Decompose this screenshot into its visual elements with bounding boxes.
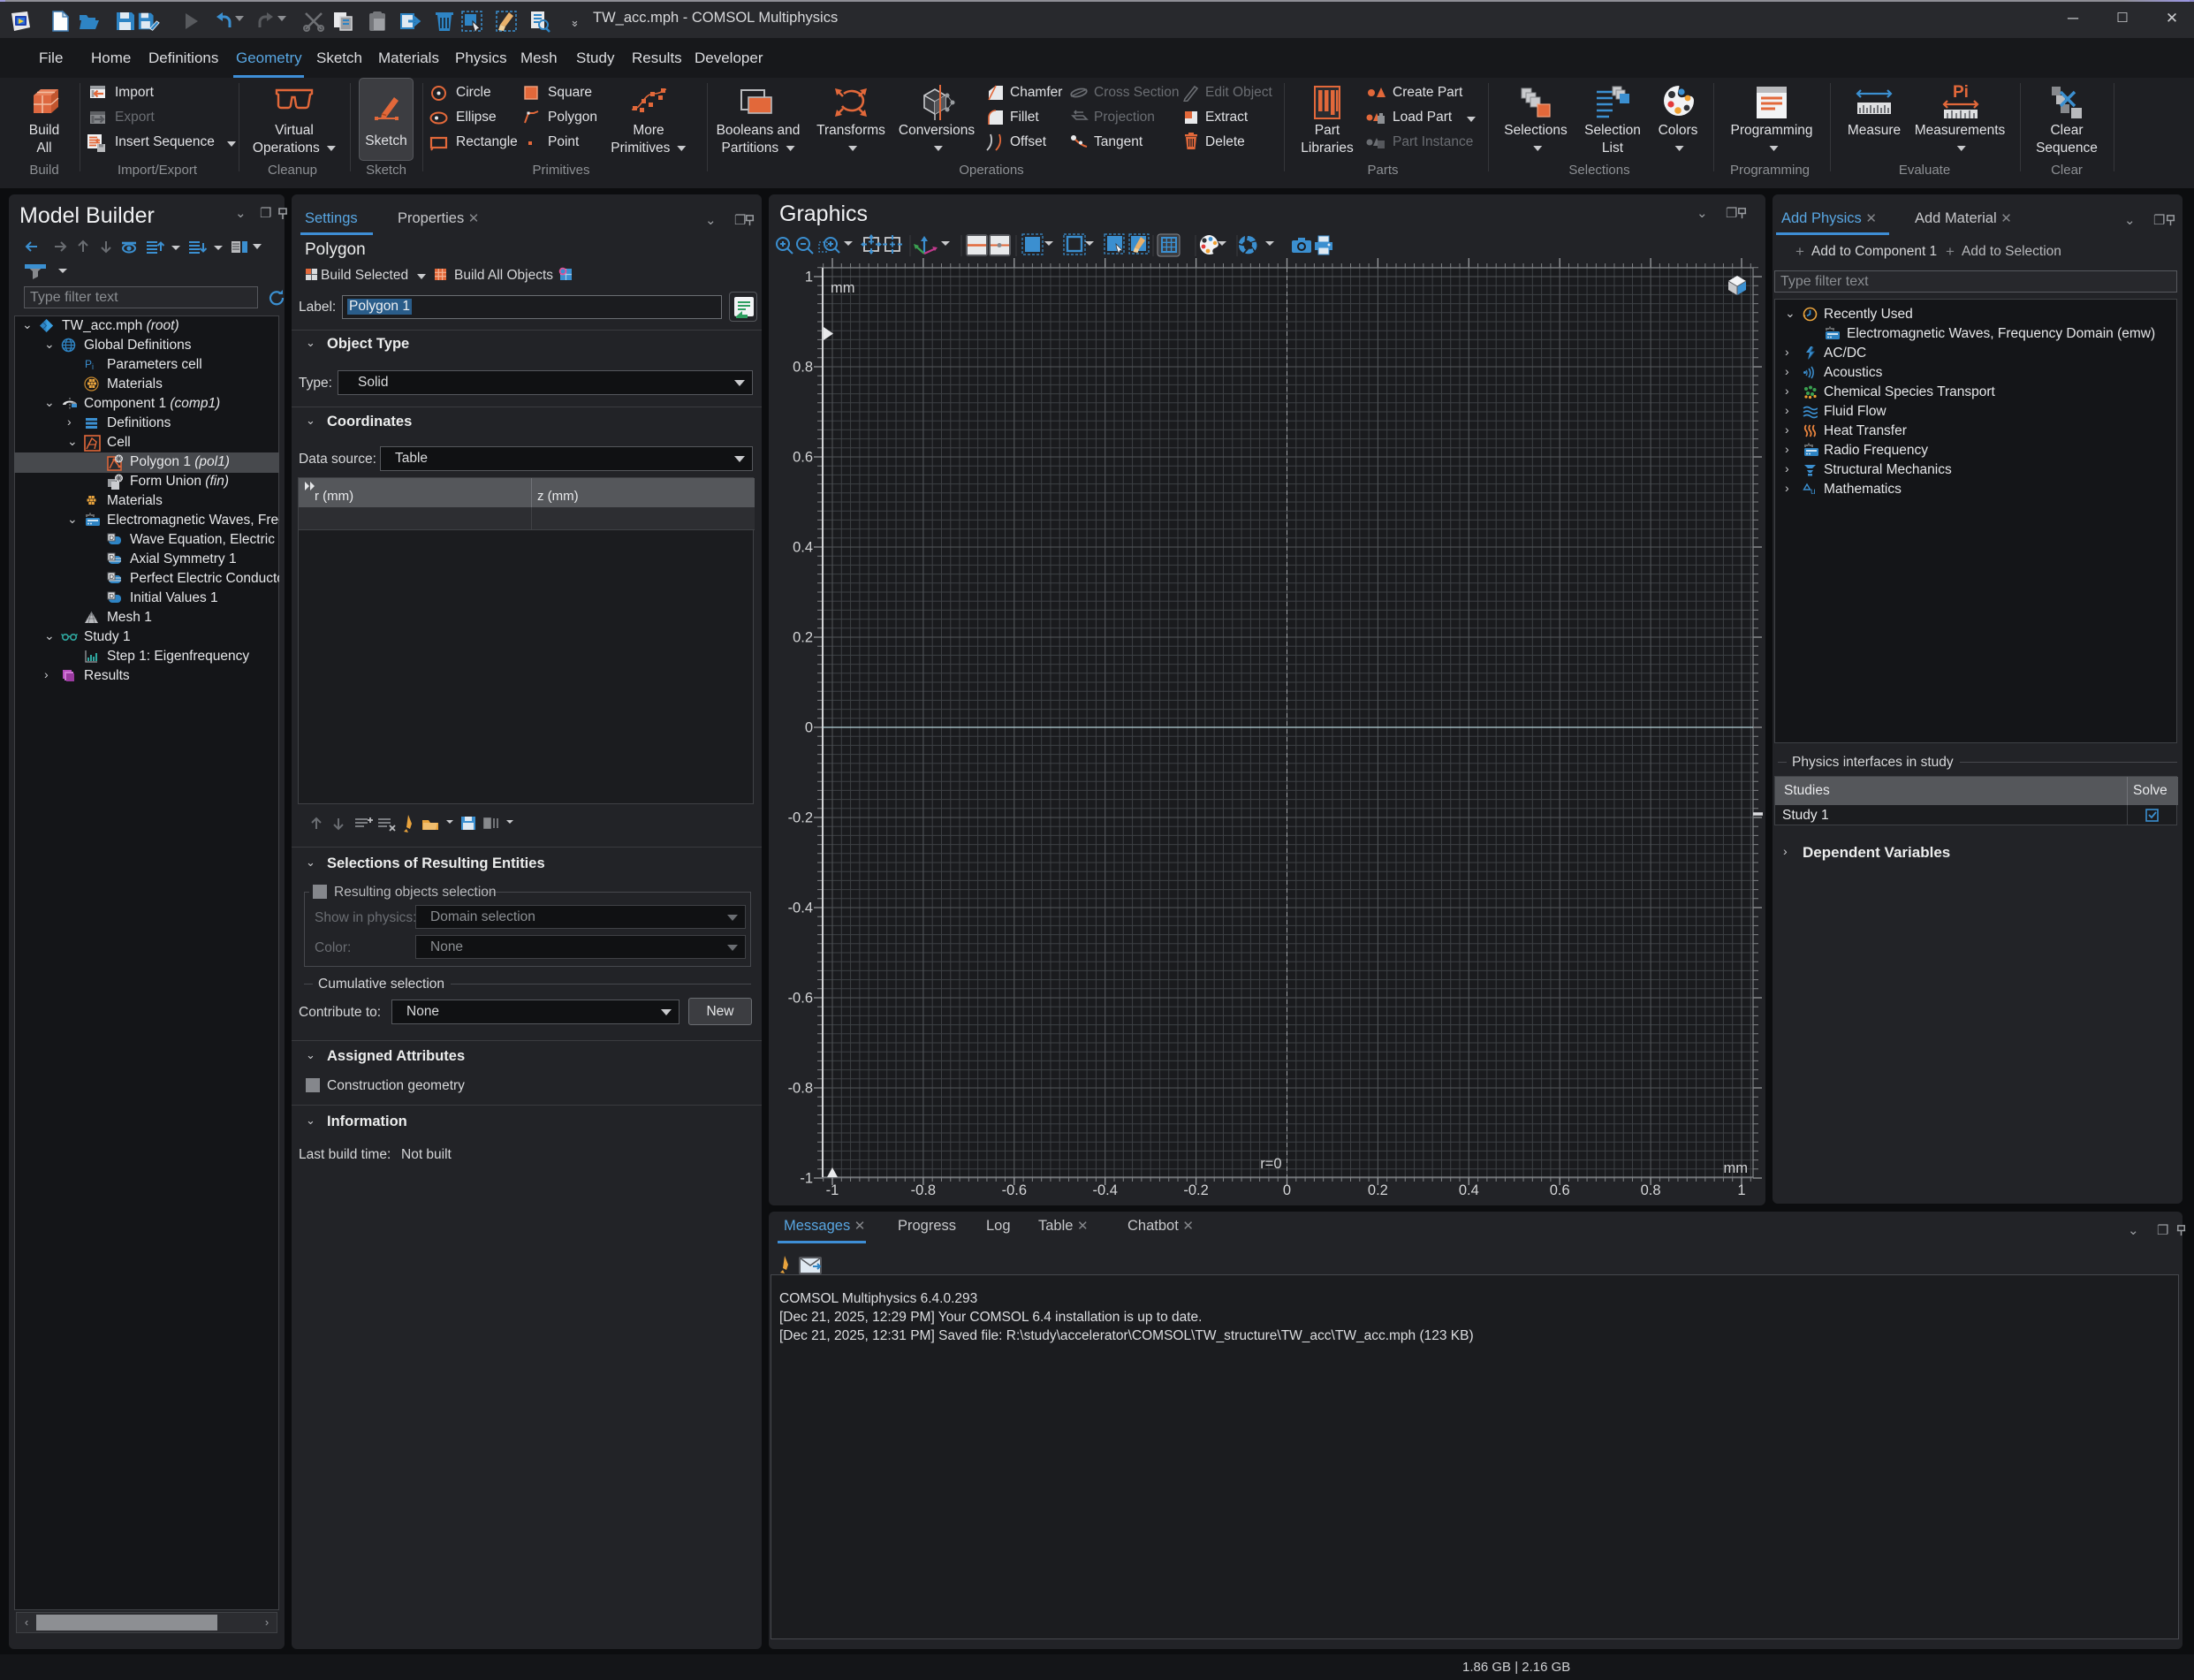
svg-text:0: 0 bbox=[805, 720, 813, 736]
svg-text:-0.6: -0.6 bbox=[1002, 1182, 1027, 1198]
svg-text:mm: mm bbox=[1724, 1160, 1749, 1176]
svg-text:u: u bbox=[1811, 487, 1816, 497]
svg-text:-0.8: -0.8 bbox=[788, 1081, 813, 1097]
svg-text:0.4: 0.4 bbox=[793, 540, 813, 556]
svg-text:0: 0 bbox=[1283, 1182, 1291, 1198]
svg-text:D: D bbox=[110, 553, 115, 561]
svg-text:0.8: 0.8 bbox=[1641, 1182, 1661, 1198]
svg-text:-0.6: -0.6 bbox=[788, 991, 813, 1007]
svg-text:D: D bbox=[110, 573, 115, 581]
svg-text:0.6: 0.6 bbox=[1550, 1182, 1570, 1198]
svg-text:-0.4: -0.4 bbox=[788, 901, 813, 916]
svg-text:0.6: 0.6 bbox=[793, 450, 813, 466]
svg-text:-1: -1 bbox=[800, 1171, 813, 1187]
svg-text:i: i bbox=[92, 362, 94, 371]
svg-text:0.8: 0.8 bbox=[793, 360, 813, 376]
svg-text:0.2: 0.2 bbox=[1368, 1182, 1388, 1198]
svg-text:-0.2: -0.2 bbox=[1183, 1182, 1208, 1198]
svg-text:Pi: Pi bbox=[1953, 83, 1969, 102]
svg-text:D: D bbox=[110, 592, 115, 600]
svg-text:-0.4: -0.4 bbox=[1092, 1182, 1117, 1198]
svg-text:-1: -1 bbox=[826, 1182, 839, 1198]
svg-text:1: 1 bbox=[1737, 1182, 1745, 1198]
svg-text:r=0: r=0 bbox=[1260, 1156, 1281, 1172]
svg-text:0.4: 0.4 bbox=[1459, 1182, 1479, 1198]
svg-text:1: 1 bbox=[805, 270, 813, 285]
svg-text:-0.2: -0.2 bbox=[788, 810, 813, 826]
svg-text:mm: mm bbox=[831, 280, 855, 296]
svg-text:-0.8: -0.8 bbox=[911, 1182, 936, 1198]
svg-text:P: P bbox=[85, 358, 92, 370]
svg-text:D: D bbox=[110, 534, 115, 542]
svg-text:0.2: 0.2 bbox=[793, 630, 813, 646]
